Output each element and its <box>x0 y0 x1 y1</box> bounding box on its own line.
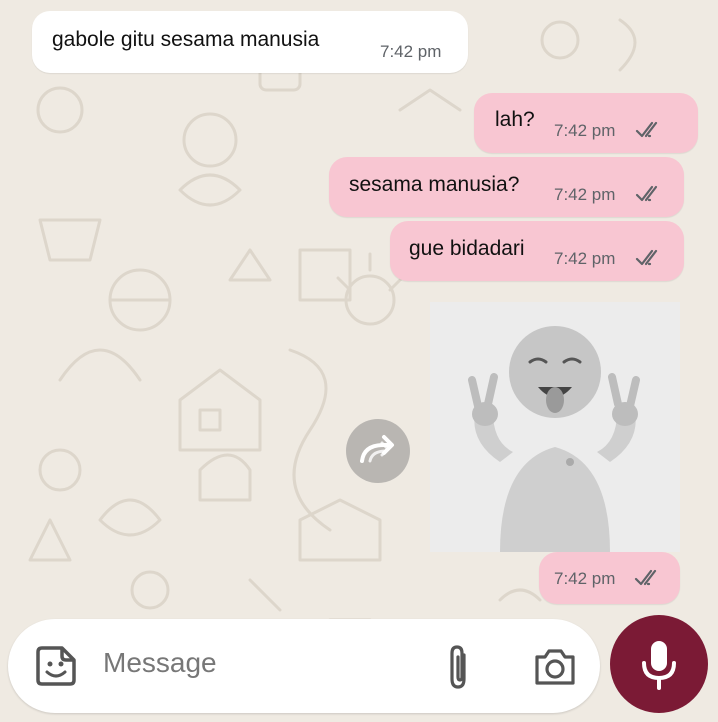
image-caption-bubble: 7:42 pm <box>539 552 680 604</box>
message-time: 7:42 pm <box>554 569 616 588</box>
forward-button[interactable] <box>346 419 410 483</box>
image-message[interactable] <box>430 302 680 552</box>
paperclip-icon[interactable] <box>440 643 476 691</box>
camera-icon[interactable] <box>533 647 577 687</box>
read-double-check-icon <box>635 121 658 138</box>
sticker-icon[interactable] <box>34 644 78 688</box>
outgoing-message-bubble[interactable]: gue bidadari 7:42 pm <box>390 221 684 281</box>
microphone-icon <box>642 641 676 690</box>
forward-arrow-icon <box>360 435 394 463</box>
message-time: 7:42 pm <box>554 249 616 268</box>
message-time: 7:42 pm <box>554 185 616 204</box>
message-text: gue bidadari <box>409 237 525 260</box>
outgoing-message-bubble[interactable]: sesama manusia? 7:42 pm <box>329 157 684 217</box>
message-composer: Message <box>8 619 600 713</box>
voice-record-button[interactable] <box>610 615 708 713</box>
read-double-check-icon <box>635 249 658 266</box>
message-time: 7:42 pm <box>380 42 442 61</box>
message-time: 7:42 pm <box>554 121 616 140</box>
message-text: gabole gitu sesama manusia <box>52 28 320 51</box>
message-input[interactable]: Message <box>103 647 217 679</box>
baby-photo-image <box>430 302 680 552</box>
incoming-message-bubble[interactable]: gabole gitu sesama manusia 7:42 pm <box>32 11 468 73</box>
read-double-check-icon <box>634 569 657 586</box>
read-double-check-icon <box>635 185 658 202</box>
message-text: sesama manusia? <box>349 173 520 196</box>
message-text: lah? <box>495 108 535 131</box>
outgoing-message-bubble[interactable]: lah? 7:42 pm <box>474 93 698 153</box>
